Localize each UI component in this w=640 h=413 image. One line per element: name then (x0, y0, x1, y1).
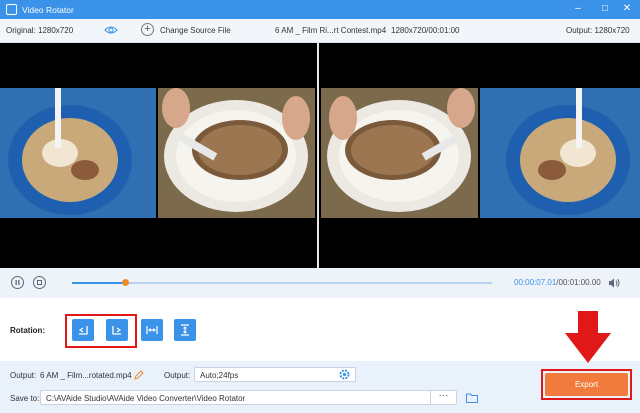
save-path-field[interactable]: C:\AVAide Studio\AVAide Video Converter\… (40, 390, 457, 405)
time-display: 00:00:07.01/00:01:00.00 (514, 278, 601, 287)
change-source-button[interactable]: Change Source File (160, 26, 231, 35)
original-bowl-frame (0, 88, 156, 218)
title-bar: Video Rotator – □ ✕ (0, 0, 640, 19)
output-resolution: Output: 1280x720 (566, 26, 630, 35)
info-bar: Original: 1280x720 + Change Source File … (0, 19, 640, 43)
window-title: Video Rotator (22, 4, 74, 15)
video-preview (0, 43, 640, 268)
output-file-name: 6 AM _ Film...rotated.mp4 (40, 371, 132, 380)
browse-button[interactable]: ··· (430, 390, 456, 405)
folder-icon[interactable] (466, 393, 478, 403)
gear-icon[interactable] (339, 369, 350, 380)
original-plate-frame (158, 88, 315, 218)
progress-knob[interactable] (121, 279, 129, 286)
file-meta: 1280x720/00:01:00 (391, 26, 460, 35)
rotation-label: Rotation: (10, 326, 46, 335)
format-field[interactable]: Auto;24fps (194, 367, 356, 382)
add-source-icon[interactable]: + (141, 23, 154, 36)
rotate-left-button[interactable] (72, 319, 94, 341)
close-button[interactable]: ✕ (621, 3, 633, 15)
flip-horizontal-button[interactable] (141, 319, 163, 341)
stop-button[interactable] (33, 276, 46, 289)
current-time: 00:00:07.01 (514, 278, 557, 287)
format-label: Output: (164, 371, 191, 380)
format-value: Auto;24fps (200, 371, 239, 380)
playback-controls: 00:00:07.01/00:01:00.00 (0, 268, 640, 298)
pause-icon (15, 280, 20, 285)
save-path-value: C:\AVAide Studio\AVAide Video Converter\… (46, 394, 246, 403)
flip-horizontal-icon (146, 326, 158, 334)
maximize-button[interactable]: □ (599, 3, 611, 15)
output-bowl-frame (480, 88, 640, 218)
export-button[interactable]: Export (545, 373, 628, 396)
output-settings-panel: Output: 6 AM _ Film...rotated.mp4 Output… (0, 361, 640, 413)
app-icon (6, 4, 17, 15)
output-label: Output: (10, 371, 37, 380)
progress-track[interactable] (72, 279, 492, 286)
red-arrow-icon (565, 311, 611, 363)
output-plate-frame (321, 88, 478, 218)
pause-button[interactable] (11, 276, 24, 289)
rotate-right-icon (112, 326, 122, 335)
file-name: 6 AM _ Film Ri...rt Contest.mp4 (275, 26, 387, 35)
rotation-panel: Rotation: (0, 298, 640, 361)
progress-fill (72, 282, 125, 284)
original-resolution: Original: 1280x720 (6, 26, 74, 35)
minimize-button[interactable]: – (572, 3, 584, 15)
rotate-right-button[interactable] (106, 319, 128, 341)
stop-icon (37, 280, 42, 285)
eye-icon[interactable] (104, 25, 118, 35)
rotate-left-icon (78, 326, 88, 335)
flip-vertical-icon (181, 324, 189, 336)
flip-vertical-button[interactable] (174, 319, 196, 341)
preview-divider[interactable] (317, 43, 319, 268)
volume-icon[interactable] (608, 277, 620, 289)
total-time: /00:01:00.00 (556, 278, 601, 287)
pencil-icon[interactable] (134, 370, 144, 380)
save-to-label: Save to: (10, 394, 40, 403)
